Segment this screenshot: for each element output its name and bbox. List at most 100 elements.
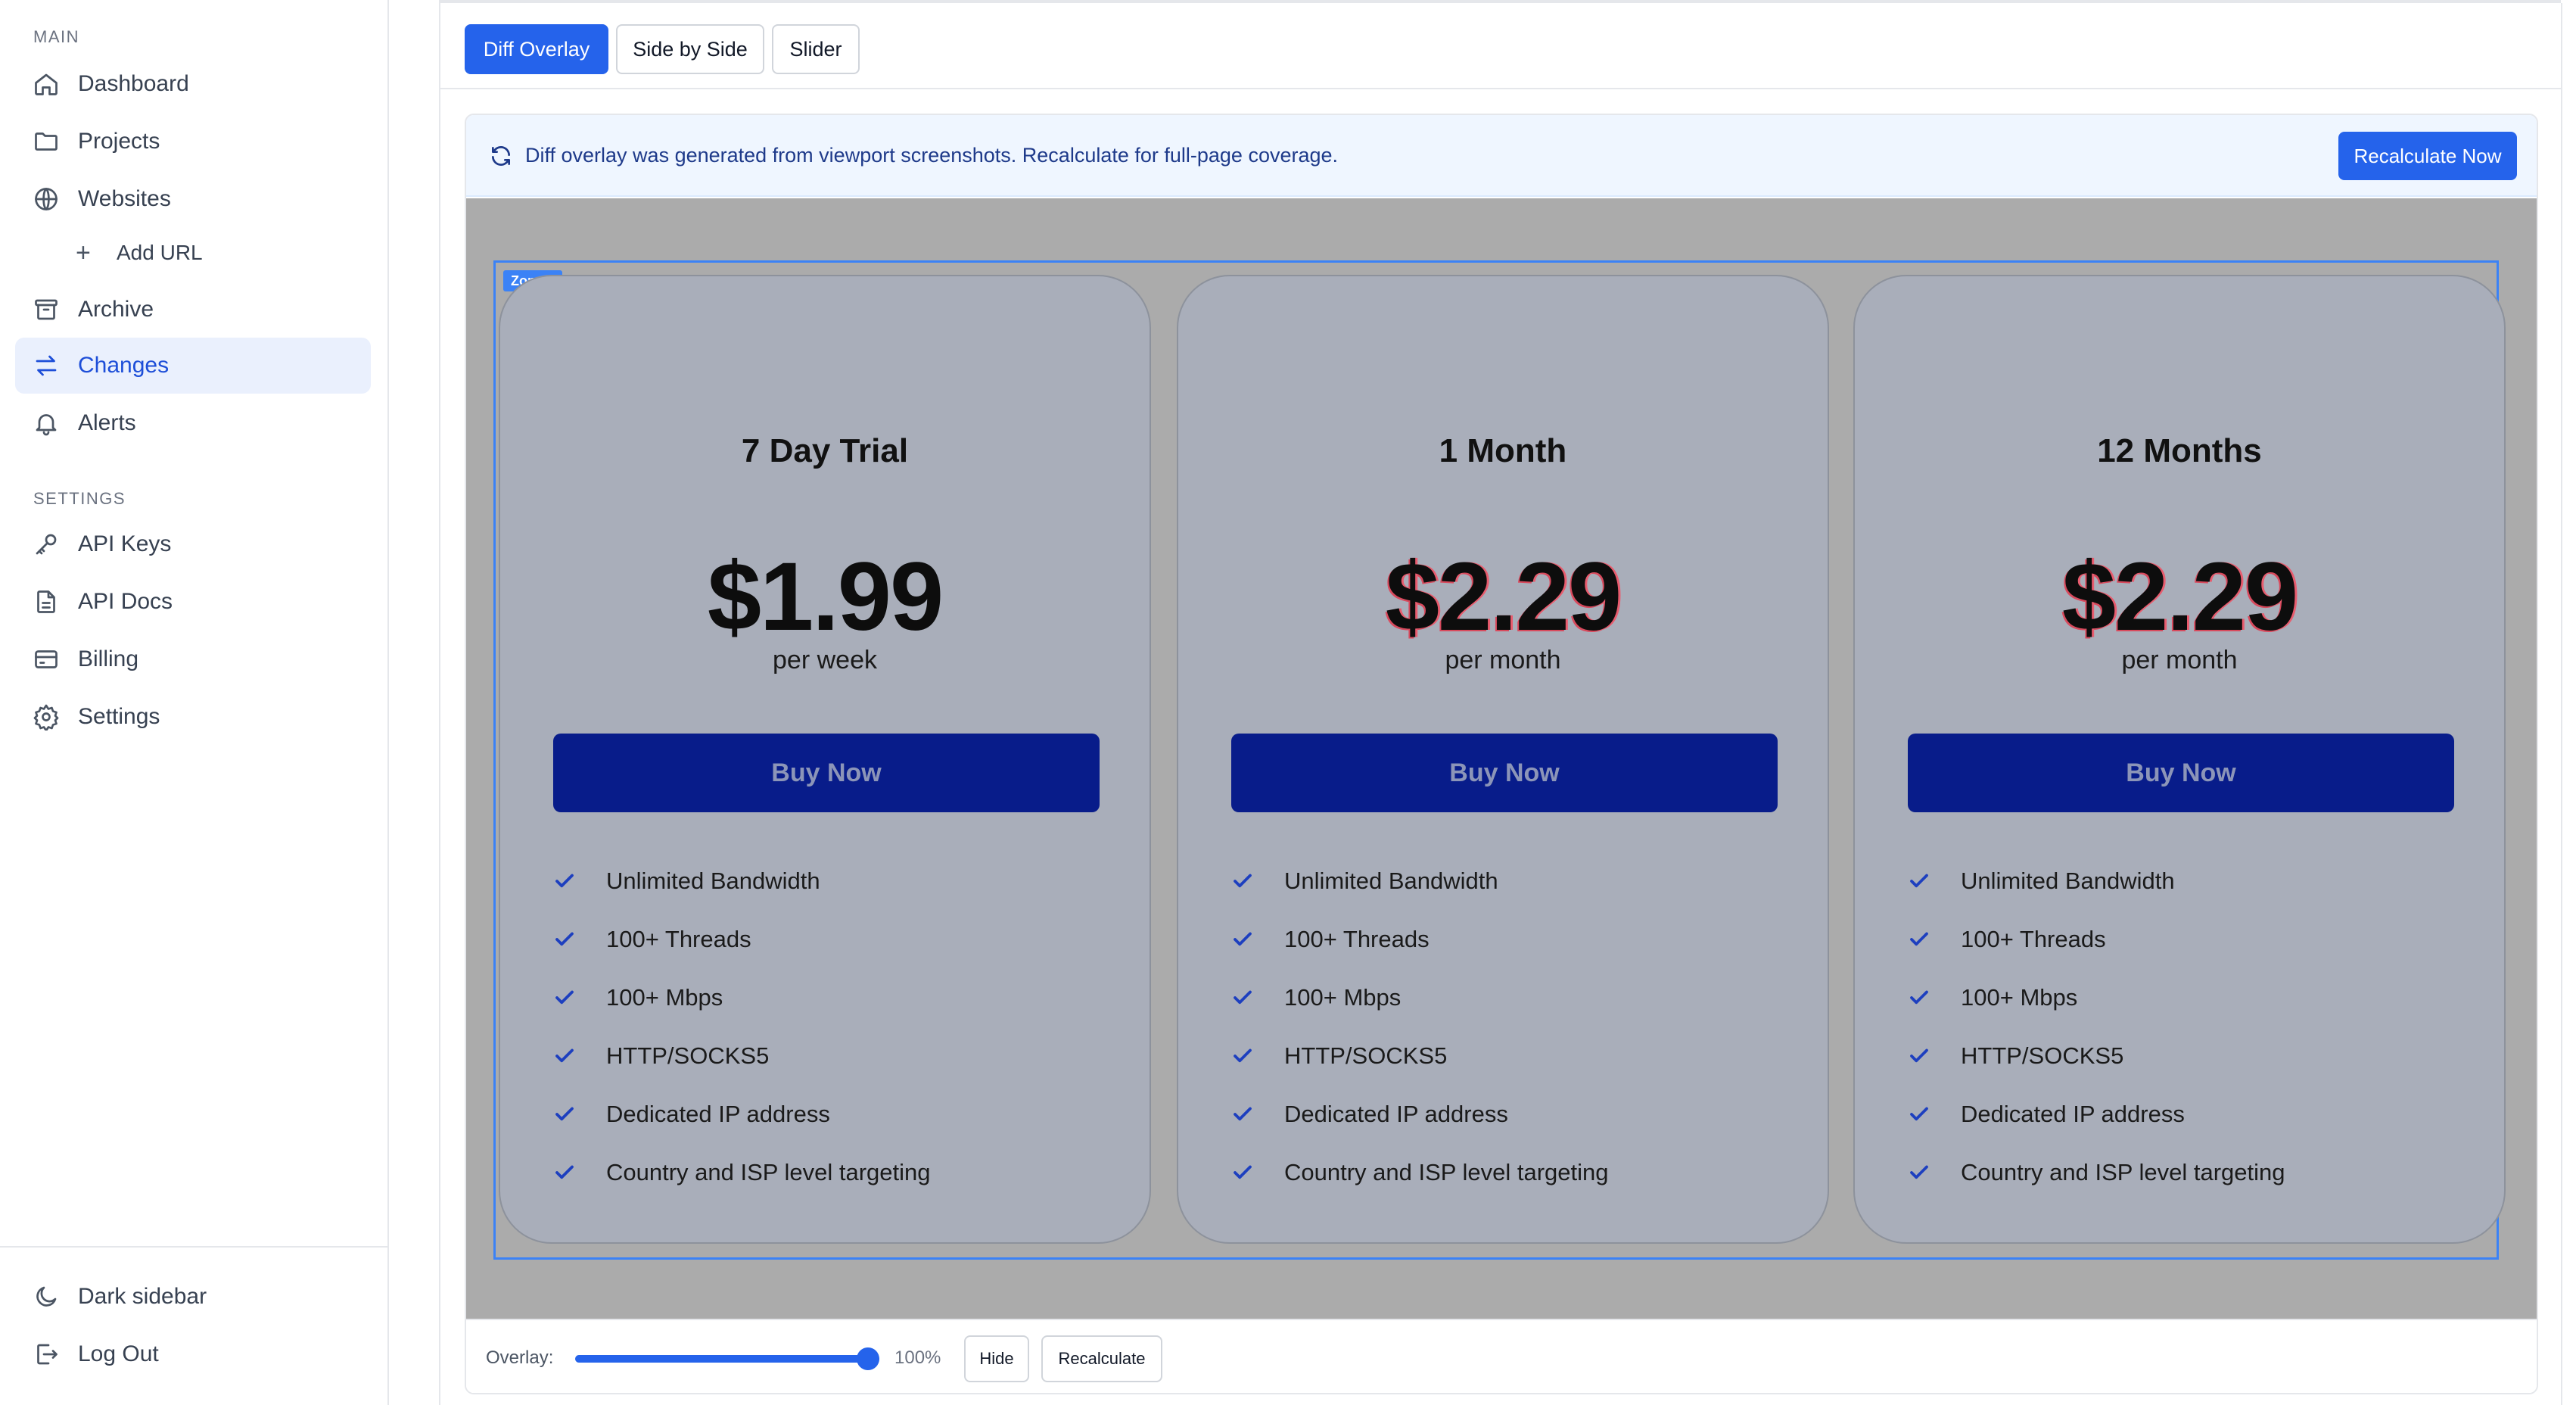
card-price-changed: $2.29: [1385, 543, 1622, 651]
buy-now-button[interactable]: Buy Now: [1231, 734, 1778, 812]
info-banner: Diff overlay was generated from viewport…: [466, 115, 2537, 197]
overlay-slider[interactable]: [575, 1347, 879, 1370]
sidebar-item-label: Add URL: [117, 241, 203, 264]
feature-text: Unlimited Bandwidth: [1961, 867, 2175, 894]
card-period: per month: [1445, 646, 1561, 674]
feature-text: HTTP/SOCKS5: [606, 1042, 770, 1069]
hide-button[interactable]: Hide: [964, 1335, 1029, 1382]
sidebar-item-changes[interactable]: Changes: [15, 338, 371, 394]
globe-icon: [32, 185, 61, 213]
tab-diff-overlay[interactable]: Diff Overlay: [465, 24, 608, 74]
sidebar-item-websites[interactable]: Websites: [15, 171, 371, 227]
buy-now-button[interactable]: Buy Now: [1908, 734, 2454, 812]
feature-item: Country and ISP level targeting: [1908, 1143, 2483, 1201]
feature-item: HTTP/SOCKS5: [553, 1026, 1128, 1085]
sidebar-item-api-keys[interactable]: API Keys: [15, 516, 371, 572]
feature-item: HTTP/SOCKS5: [1908, 1026, 2483, 1085]
gear-icon: [32, 702, 61, 731]
sidebar-item-label: Alerts: [78, 410, 136, 435]
buy-now-button[interactable]: Buy Now: [553, 734, 1100, 812]
logout-icon: [32, 1340, 61, 1369]
feature-text: Country and ISP level targeting: [1961, 1158, 2285, 1185]
sidebar-item-archive[interactable]: Archive: [15, 282, 371, 338]
sidebar-item-label: Dark sidebar: [78, 1284, 207, 1309]
feature-text: Country and ISP level targeting: [606, 1158, 931, 1185]
card-title: 7 Day Trial: [741, 432, 909, 469]
feature-item: Country and ISP level targeting: [553, 1143, 1128, 1201]
archive-icon: [32, 295, 61, 324]
feature-item: Dedicated IP address: [1231, 1085, 1806, 1143]
overlay-percent: 100%: [894, 1347, 941, 1368]
feature-item: 100+ Mbps: [1231, 968, 1806, 1026]
pricing-card: 12 Months $2.29 per month Buy Now Unlimi…: [1853, 275, 2506, 1244]
card-period: per month: [2121, 646, 2238, 674]
sidebar-item-log-out[interactable]: Log Out: [15, 1326, 371, 1382]
card-price-changed: $2.29: [2061, 543, 2298, 651]
diff-canvas: Zone 1 7 Day Trial $1.99 per week Buy No…: [466, 198, 2537, 1319]
recalculate-button[interactable]: Recalculate: [1041, 1335, 1162, 1382]
feature-list: Unlimited Bandwidth 100+ Threads 100+ Mb…: [1908, 852, 2483, 1201]
feature-text: HTTP/SOCKS5: [1961, 1042, 2124, 1069]
feature-text: Dedicated IP address: [1961, 1100, 2185, 1127]
feature-text: Country and ISP level targeting: [1284, 1158, 1609, 1185]
checkmark-icon: [1231, 928, 1284, 951]
feature-item: HTTP/SOCKS5: [1231, 1026, 1806, 1085]
feature-text: 100+ Threads: [606, 925, 751, 952]
checkmark-icon: [1908, 928, 1961, 951]
checkmark-icon: [1231, 986, 1284, 1009]
checkmark-icon: [1231, 1161, 1284, 1184]
sidebar-item-billing[interactable]: Billing: [15, 631, 371, 687]
sidebar-item-alerts[interactable]: Alerts: [15, 395, 371, 451]
moon-icon: [32, 1282, 61, 1311]
diff-panel: Diff overlay was generated from viewport…: [465, 114, 2538, 1394]
sidebar-item-api-docs[interactable]: API Docs: [15, 574, 371, 630]
checkmark-icon: [1231, 870, 1284, 893]
sidebar-item-label: Dashboard: [78, 71, 189, 96]
sidebar-item-label: Changes: [78, 353, 170, 378]
sidebar-item-label: Log Out: [78, 1341, 159, 1366]
feature-item: Country and ISP level targeting: [1231, 1143, 1806, 1201]
bell-icon: [32, 409, 61, 438]
checkmark-icon: [553, 986, 606, 1009]
tab-slider[interactable]: Slider: [772, 24, 860, 74]
recalculate-now-button[interactable]: Recalculate Now: [2338, 132, 2517, 180]
diff-zone[interactable]: Zone 1 7 Day Trial $1.99 per week Buy No…: [493, 260, 2506, 1260]
feature-text: HTTP/SOCKS5: [1284, 1042, 1448, 1069]
banner-message: Diff overlay was generated from viewport…: [525, 144, 1339, 167]
sidebar-item-dark-sidebar[interactable]: Dark sidebar: [15, 1269, 371, 1325]
sidebar-item-label: Projects: [78, 129, 160, 154]
feature-item: Unlimited Bandwidth: [1231, 852, 1806, 910]
key-icon: [32, 530, 61, 559]
pricing-card: 1 Month $2.29 per month Buy Now Unlimite…: [1177, 275, 1829, 1244]
sidebar-item-projects[interactable]: Projects: [15, 114, 371, 170]
feature-text: Unlimited Bandwidth: [1284, 867, 1498, 894]
document-icon: [32, 587, 61, 616]
view-tabs-bar: Diff Overlay Side by Side Slider: [440, 3, 2561, 89]
checkmark-icon: [1908, 1161, 1961, 1184]
checkmark-icon: [1908, 986, 1961, 1009]
checkmark-icon: [553, 1103, 606, 1126]
slider-thumb[interactable]: [857, 1347, 879, 1370]
checkmark-icon: [553, 870, 606, 893]
sidebar-item-settings[interactable]: Settings: [15, 689, 371, 745]
sidebar-item-add-url[interactable]: + Add URL: [76, 230, 203, 276]
feature-list: Unlimited Bandwidth 100+ Threads 100+ Mb…: [1231, 852, 1806, 1201]
feature-text: 100+ Threads: [1961, 925, 2106, 952]
overlay-label: Overlay:: [486, 1347, 554, 1368]
card-period: per week: [773, 646, 877, 674]
plus-icon: +: [76, 238, 91, 267]
tab-side-by-side[interactable]: Side by Side: [616, 24, 764, 74]
feature-list: Unlimited Bandwidth 100+ Threads 100+ Mb…: [553, 852, 1128, 1201]
checkmark-icon: [1908, 870, 1961, 893]
checkmark-icon: [553, 1161, 606, 1184]
feature-item: Unlimited Bandwidth: [553, 852, 1128, 910]
slider-fill: [575, 1355, 879, 1363]
refresh-icon: [489, 144, 513, 168]
sidebar-item-label: Settings: [78, 704, 160, 729]
sidebar-item-label: API Docs: [78, 589, 173, 614]
credit-card-icon: [32, 645, 61, 674]
feature-item: 100+ Threads: [1231, 910, 1806, 968]
feature-item: Dedicated IP address: [553, 1085, 1128, 1143]
sidebar-item-dashboard[interactable]: Dashboard: [15, 56, 371, 112]
home-icon: [32, 70, 61, 98]
